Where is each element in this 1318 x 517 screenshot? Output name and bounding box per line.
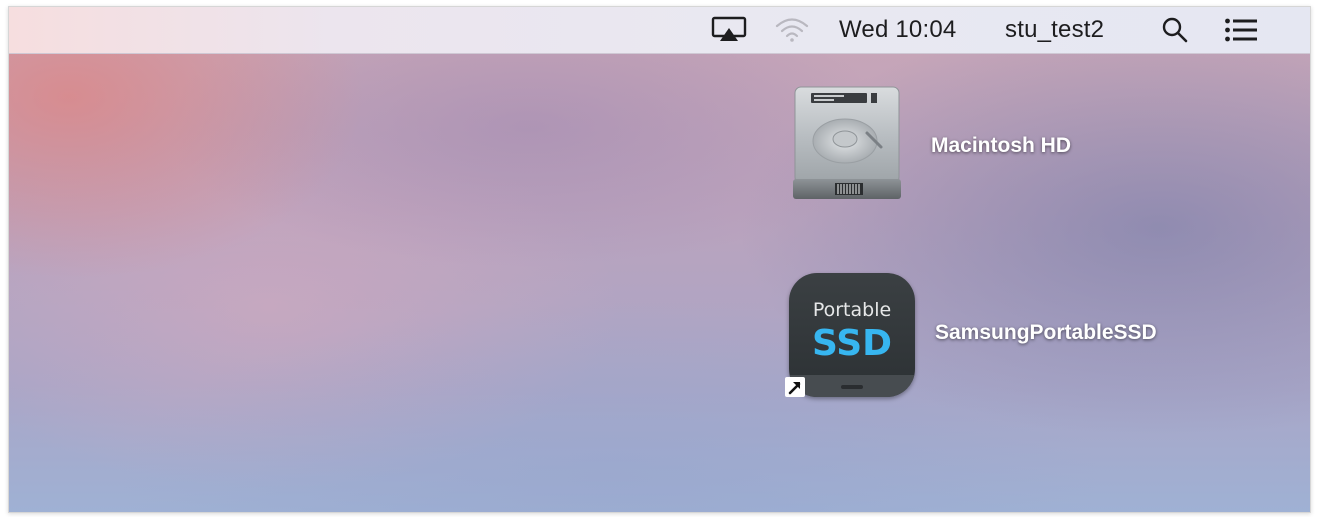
ssd-icon-text-portable: Portable <box>812 299 892 321</box>
menu-bar: Wed 10:04 stu_test2 <box>9 7 1310 54</box>
notification-center-icon[interactable] <box>1221 7 1261 53</box>
ssd-icon-body: Portable SSD <box>789 273 915 397</box>
menu-user-name[interactable]: stu_test2 <box>1005 7 1104 53</box>
alias-arrow-icon <box>785 377 805 397</box>
wifi-icon[interactable] <box>772 7 812 53</box>
desktop-item-label-samsung-ssd[interactable]: SamsungPortableSSD <box>935 321 1157 345</box>
desktop-item-label-macintosh-hd[interactable]: Macintosh HD <box>931 134 1071 158</box>
screen-frame: Wed 10:04 stu_test2 Macintosh HD Portabl… <box>8 6 1311 513</box>
hard-drive-icon[interactable] <box>787 85 905 205</box>
ssd-icon-stripe <box>789 375 915 397</box>
spotlight-search-icon[interactable] <box>1159 7 1191 53</box>
desktop-background[interactable] <box>9 7 1310 512</box>
portable-ssd-icon[interactable]: Portable SSD <box>785 273 915 399</box>
ssd-icon-slot <box>841 385 863 389</box>
ssd-icon-text-ssd: SSD <box>811 323 893 364</box>
menu-clock[interactable]: Wed 10:04 <box>839 7 956 53</box>
airplay-icon[interactable] <box>709 7 749 53</box>
